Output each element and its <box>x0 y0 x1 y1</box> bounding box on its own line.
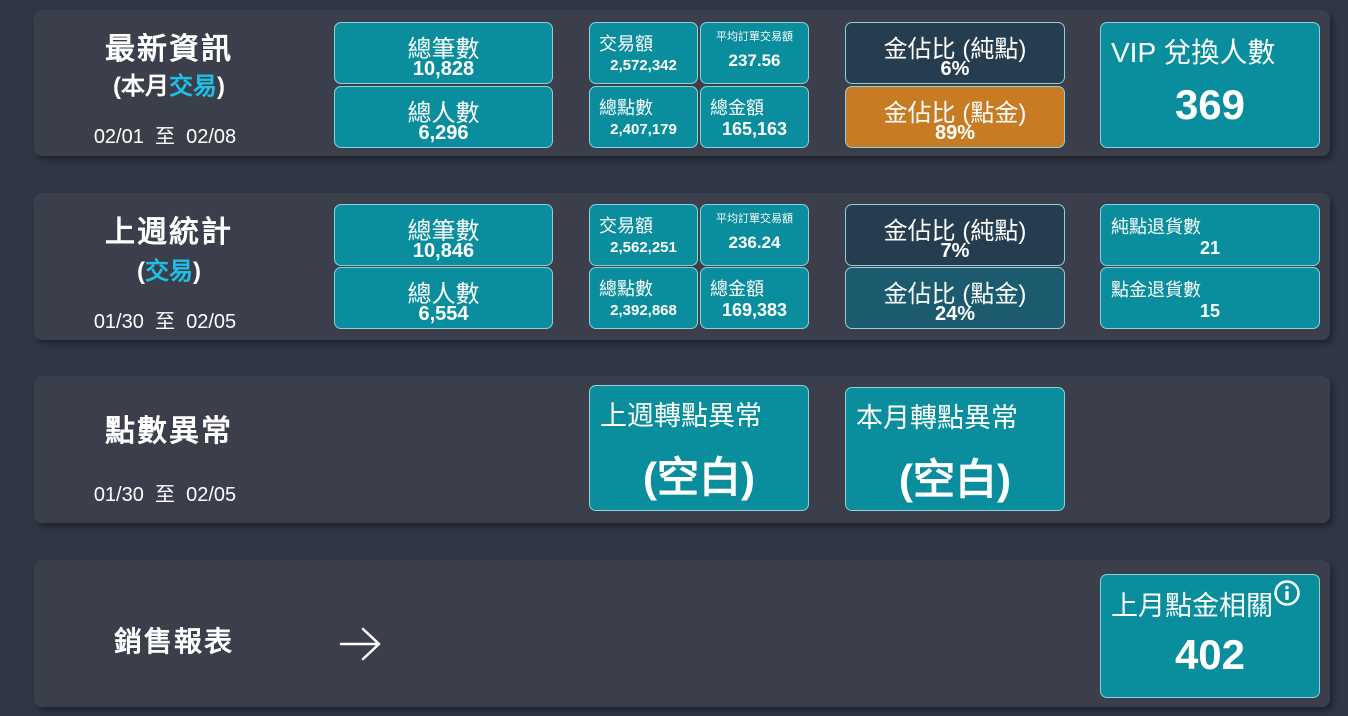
gold-ratio-pure-card[interactable]: 金佔比 (純點) 6% <box>845 22 1065 84</box>
latest-info-panel: 最新資訊 (本月交易) 02/01 至 02/08 總筆數 10,828 總人數… <box>34 10 1330 156</box>
month-transfer-anomaly-card[interactable]: 本月轉點異常 (空白) <box>845 387 1065 511</box>
last-week-date-range: 01/30 至 02/05 <box>93 311 237 333</box>
total-people-card[interactable]: 總人數 6,554 <box>334 267 553 329</box>
total-count-card[interactable]: 總筆數 10,828 <box>334 22 553 84</box>
week-transfer-anomaly-card[interactable]: 上週轉點異常 (空白) <box>589 385 809 511</box>
points-anomaly-title: 點數異常 <box>105 415 233 448</box>
total-count-card[interactable]: 總筆數 10,846 <box>334 204 553 266</box>
total-points-card[interactable]: 總點數 2,407,179 <box>589 86 698 148</box>
total-points-card[interactable]: 總點數 2,392,868 <box>589 267 698 329</box>
gold-ratio-pure-card[interactable]: 金佔比 (純點) 7% <box>845 204 1065 266</box>
transaction-amount-card[interactable]: 交易額 2,572,342 <box>589 22 698 84</box>
last-week-subtitle: (交易) <box>137 258 201 285</box>
gold-ratio-mix-card[interactable]: 金佔比 (點金) 24% <box>845 267 1065 329</box>
mix-points-return-card[interactable]: 點金退貨數 15 <box>1100 267 1320 329</box>
last-month-gold-related-card[interactable]: 上月點金相關 402 <box>1100 574 1320 698</box>
total-gold-card[interactable]: 總金額 169,383 <box>700 267 809 329</box>
latest-info-subtitle: (本月交易) <box>113 73 225 100</box>
avg-order-amount-card[interactable]: 平均訂單交易額 236.24 <box>700 204 809 266</box>
points-anomaly-date-range: 01/30 至 02/05 <box>93 484 237 506</box>
latest-info-title: 最新資訊 <box>105 33 233 66</box>
sales-report-panel: 銷售報表 上月點金相關 402 <box>34 560 1330 707</box>
info-icon[interactable] <box>1273 579 1301 607</box>
transaction-amount-card[interactable]: 交易額 2,562,251 <box>589 204 698 266</box>
total-gold-card[interactable]: 總金額 165,163 <box>700 86 809 148</box>
last-week-panel: 上週統計 (交易) 01/30 至 02/05 總筆數 10,846 總人數 6… <box>34 193 1330 340</box>
points-anomaly-panel: 點數異常 01/30 至 02/05 上週轉點異常 (空白) 本月轉點異常 (空… <box>34 376 1330 523</box>
pure-points-return-card[interactable]: 純點退貨數 21 <box>1100 204 1320 266</box>
sales-report-title[interactable]: 銷售報表 <box>34 620 314 660</box>
vip-redeem-card[interactable]: VIP 兌換人數 369 <box>1100 22 1320 148</box>
last-week-title: 上週統計 <box>105 216 233 249</box>
gold-ratio-mix-card[interactable]: 金佔比 (點金) 89% <box>845 86 1065 148</box>
arrow-right-icon[interactable] <box>339 626 383 662</box>
latest-info-date-range: 02/01 至 02/08 <box>93 126 237 148</box>
avg-order-amount-card[interactable]: 平均訂單交易額 237.56 <box>700 22 809 84</box>
total-people-card[interactable]: 總人數 6,296 <box>334 86 553 148</box>
